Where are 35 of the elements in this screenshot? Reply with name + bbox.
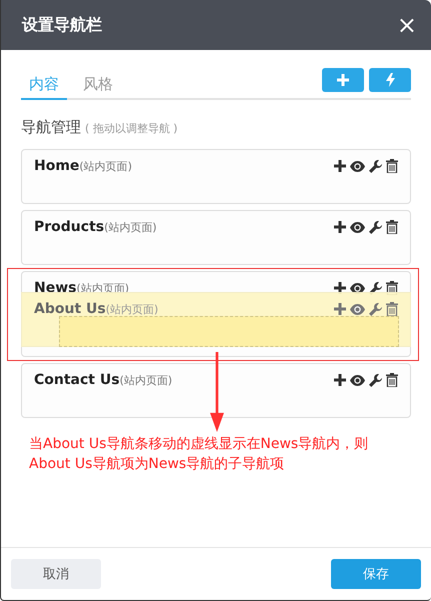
annotation-text: 当About Us导航条移动的虚线显示在News导航内，则About Us导航项为News导航的子导航项	[29, 435, 370, 474]
eye-icon[interactable]	[350, 222, 365, 232]
trash-icon[interactable]	[386, 159, 398, 173]
item-note: (站内页面)	[104, 220, 157, 235]
add-icon	[337, 74, 349, 86]
trash-icon[interactable]	[386, 220, 398, 234]
item-title[interactable]: News	[34, 280, 76, 296]
add-button[interactable]	[322, 68, 364, 92]
item-title[interactable]: Contact Us	[34, 372, 120, 388]
dialog-title: 设置导航栏	[22, 14, 102, 36]
item-note: (站内页面)	[79, 159, 132, 174]
eye-icon[interactable]	[350, 160, 365, 172]
close-button[interactable]: ×	[396, 13, 417, 37]
item-title[interactable]: Products	[34, 219, 104, 235]
cancel-button[interactable]: 取消	[11, 559, 101, 589]
section-hint: ( 拖动以调整导航 )	[85, 121, 178, 136]
wrench-icon[interactable]	[369, 374, 382, 386]
item-note: (站内页面)	[120, 373, 172, 388]
add-icon[interactable]	[334, 374, 346, 386]
nav-item-card[interactable]: Home(站内页面)	[21, 149, 411, 204]
add-icon[interactable]	[334, 221, 346, 233]
section-title: 导航管理	[21, 118, 81, 137]
nav-item-card[interactable]: Contact Us(站内页面)	[21, 363, 411, 418]
add-icon[interactable]	[334, 282, 346, 294]
flash-button[interactable]	[369, 68, 411, 92]
item-title[interactable]: Home	[34, 158, 80, 174]
nav-item-card[interactable]: Products(站内页面)	[21, 210, 411, 265]
wrench-icon[interactable]	[369, 160, 382, 172]
add-icon[interactable]	[334, 160, 346, 172]
lightning-icon	[386, 73, 394, 87]
item-title[interactable]: About Us	[34, 301, 106, 317]
eye-icon[interactable]	[350, 374, 365, 386]
item-note: (站内页面)	[106, 302, 158, 317]
trash-icon[interactable]	[386, 373, 398, 387]
wrench-icon[interactable]	[369, 220, 382, 234]
